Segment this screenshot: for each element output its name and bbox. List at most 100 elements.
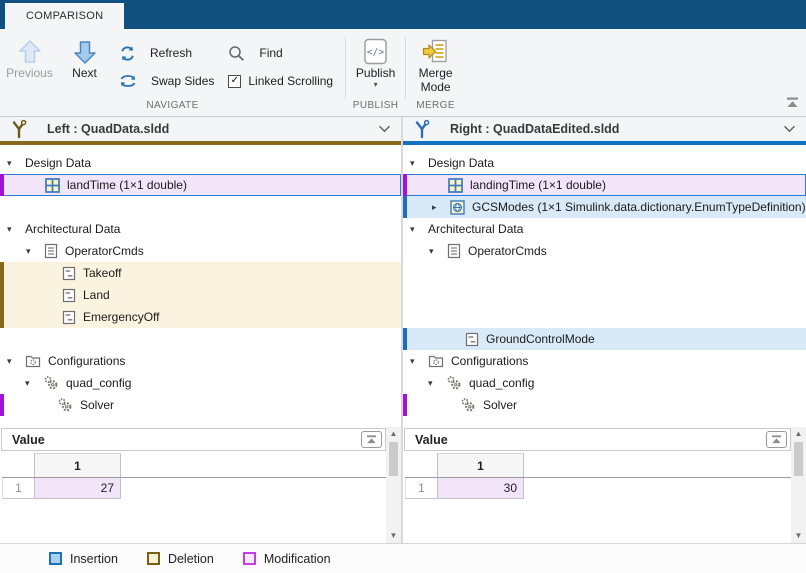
chevron-down-icon[interactable] (378, 120, 391, 138)
insertion-swatch-icon (49, 552, 62, 565)
caret-down-icon[interactable]: ▾ (428, 378, 442, 389)
modification-swatch-icon (242, 552, 256, 565)
scroll-down-icon[interactable]: ▼ (390, 531, 398, 541)
modification-bar (0, 394, 4, 416)
legend-item-insertion: Insertion (49, 552, 118, 566)
tree-row-landingtime[interactable]: landingTime (1×1 double) (403, 174, 806, 196)
caret-down-icon[interactable]: ▾ (7, 356, 21, 367)
caret-down-icon[interactable]: ▾ (410, 224, 424, 235)
tree-row-label: GroundControlMode (486, 332, 595, 346)
minimize-ribbon-button[interactable] (786, 95, 799, 113)
right-panel: Right : QuadDataEdited.sldd ▾ Design Dat… (403, 117, 806, 543)
collapse-value-button[interactable] (766, 431, 787, 448)
caret-down-icon[interactable]: ▾ (7, 224, 21, 235)
enum-value-icon (465, 332, 479, 347)
linked-scrolling-checkbox[interactable]: ✓ Linked Scrolling (228, 72, 333, 90)
tree-row-label: Architectural Data (428, 222, 524, 236)
previous-button[interactable]: Previous (2, 34, 57, 100)
find-button[interactable]: Find (228, 44, 333, 62)
tree-row-design-data[interactable]: ▾ Design Data (403, 152, 806, 174)
tree-row-operatorcmds[interactable]: ▾ OperatorCmds (0, 240, 401, 262)
publish-group-label: PUBLISH (352, 100, 399, 111)
right-tree: ▾ Design Data landingTime (1×1 double) ▸ (403, 145, 806, 427)
next-button[interactable]: Next (57, 34, 112, 100)
scrollbar-thumb[interactable] (389, 442, 398, 476)
tree-row-operatorcmds[interactable]: ▾ OperatorCmds (403, 240, 806, 262)
caret-down-icon[interactable]: ▾ (410, 356, 424, 367)
modification-bar (403, 174, 407, 196)
tree-row-landtime[interactable]: landTime (1×1 double) (0, 174, 401, 196)
right-panel-header[interactable]: Right : QuadDataEdited.sldd (403, 117, 806, 141)
caret-down-icon[interactable]: ▾ (410, 158, 424, 169)
tree-row-land[interactable]: Land (0, 284, 401, 306)
previous-label: Previous (6, 66, 53, 80)
tab-comparison[interactable]: COMPARISON (5, 3, 125, 29)
tree-row-architectural-data[interactable]: ▾ Architectural Data (0, 218, 401, 240)
scrollbar-thumb[interactable] (794, 442, 803, 476)
deletion-bar (0, 306, 4, 328)
left-value-scrollbar[interactable]: ▲ ▼ (386, 427, 401, 543)
tree-row-blank (0, 196, 401, 218)
collapse-ribbon-icon (787, 97, 798, 107)
merge-mode-label-1: Merge (418, 66, 453, 80)
tree-row-emergencyoff[interactable]: EmergencyOff (0, 306, 401, 328)
tree-row-label: quad_config (469, 376, 535, 390)
scroll-up-icon[interactable]: ▲ (795, 429, 803, 439)
tree-row-solver[interactable]: Solver (0, 394, 401, 416)
caret-down-icon[interactable]: ▾ (26, 246, 40, 257)
tree-row-groundcontrolmode[interactable]: GroundControlMode (403, 328, 806, 350)
right-value-scrollbar[interactable]: ▲ ▼ (791, 427, 806, 543)
dictionary-branch-icon (10, 119, 28, 139)
caret-down-icon[interactable]: ▾ (429, 246, 443, 257)
refresh-label: Refresh (150, 46, 193, 60)
collapse-value-button[interactable] (361, 431, 382, 448)
tree-row-configurations[interactable]: ▾ Configurations (403, 350, 806, 372)
navigate-group-label: NAVIGATE (146, 100, 199, 111)
tree-row-label: EmergencyOff (83, 310, 160, 324)
tree-row-label: Solver (483, 398, 518, 412)
left-panel-header[interactable]: Left : QuadData.sldd (0, 117, 401, 141)
tree-row-design-data[interactable]: ▾ Design Data (0, 152, 401, 174)
tree-row-blank (403, 284, 806, 306)
tree-row-architectural-data[interactable]: ▾ Architectural Data (403, 218, 806, 240)
caret-down-icon[interactable]: ▾ (7, 158, 21, 169)
tab-comparison-label: COMPARISON (26, 10, 104, 22)
configurations-folder-icon (25, 354, 41, 368)
chevron-down-icon[interactable] (783, 120, 796, 138)
scroll-down-icon[interactable]: ▼ (795, 531, 803, 541)
swap-sides-button[interactable]: Swap Sides (119, 72, 214, 90)
table-grid-icon (448, 177, 463, 193)
tree-row-solver[interactable]: Solver (403, 394, 806, 416)
checkbox-checked-icon[interactable]: ✓ (228, 74, 242, 88)
caret-right-icon[interactable]: ▸ (432, 202, 446, 213)
modification-bar (0, 174, 4, 196)
merge-group-label: MERGE (416, 100, 455, 111)
right-value-section: Value 1 1 30 ▲ ▼ (403, 427, 806, 543)
deletion-bar (0, 284, 4, 306)
linked-scrolling-label: Linked Scrolling (248, 74, 334, 88)
tree-row-configurations[interactable]: ▾ Configurations (0, 350, 401, 372)
scroll-up-icon[interactable]: ▲ (390, 429, 398, 439)
publish-button[interactable]: </> Publish ▾ (348, 34, 403, 100)
next-label: Next (72, 66, 97, 80)
left-panel: Left : QuadData.sldd ▾ Design Data landT… (0, 117, 401, 543)
tree-row-quad-config[interactable]: ▾ quad_config (403, 372, 806, 394)
value-cell[interactable]: 30 (438, 478, 524, 499)
value-cell[interactable]: 27 (35, 478, 121, 499)
tree-row-label: quad_config (66, 376, 132, 390)
tree-row-gcsmodes[interactable]: ▸ GCSModes (1×1 Simulink.data.dictionary… (403, 196, 806, 218)
svg-text:</>: </> (367, 47, 384, 58)
tree-row-takeoff[interactable]: Takeoff (0, 262, 401, 284)
legend-item-deletion: Deletion (146, 552, 214, 566)
refresh-button[interactable]: Refresh (119, 44, 214, 62)
swap-sides-label: Swap Sides (151, 74, 215, 88)
caret-down-icon[interactable]: ▾ (25, 378, 39, 389)
left-value-header: Value (1, 428, 386, 451)
legend-label: Insertion (70, 551, 118, 566)
merge-mode-button[interactable]: Merge Mode (408, 34, 463, 100)
tree-row-label: Architectural Data (25, 222, 121, 236)
tree-row-quad-config[interactable]: ▾ quad_config (0, 372, 401, 394)
legend-label: Modification (263, 551, 331, 566)
right-value-table: 1 1 30 (403, 451, 791, 543)
enum-value-icon (62, 310, 76, 325)
